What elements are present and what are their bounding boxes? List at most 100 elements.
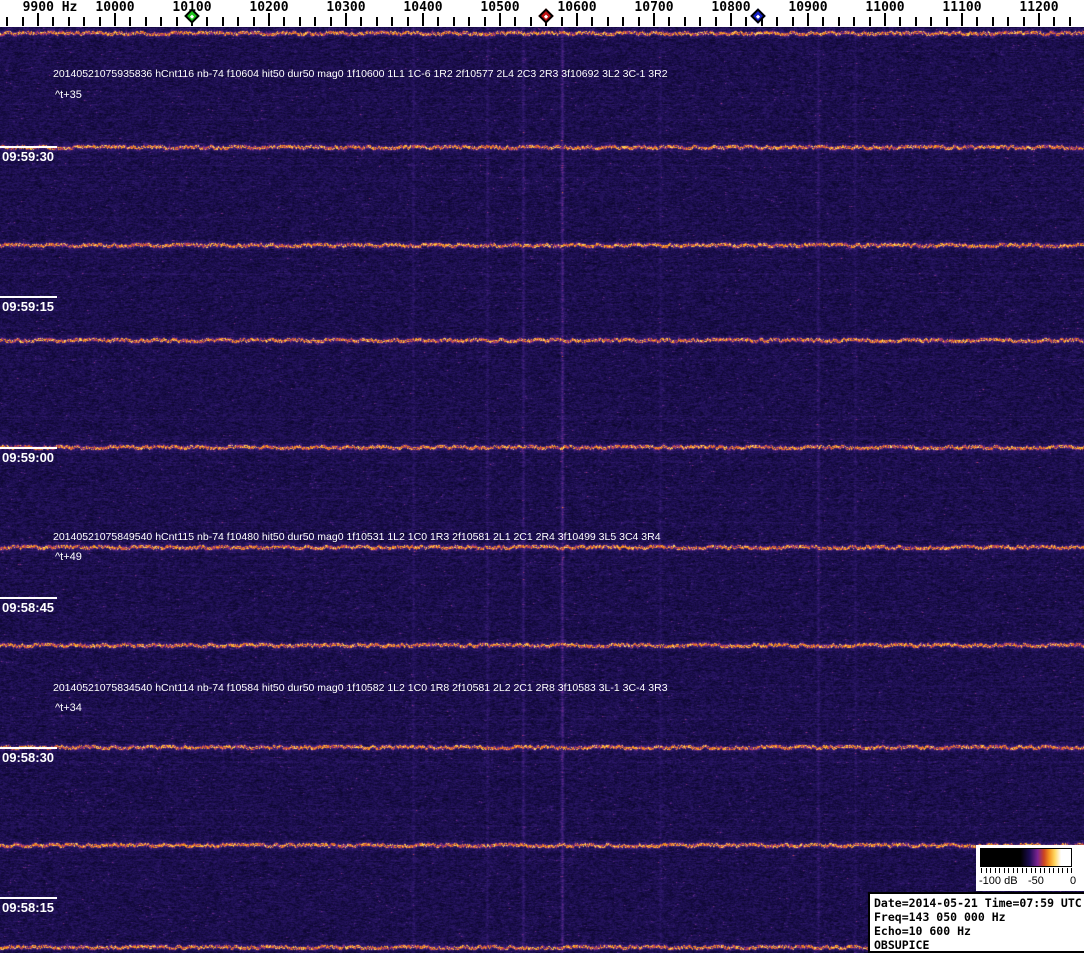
spectrogram-overlay: 09:59:30 09:59:15 09:59:00 09:58:45 09:58:30…	[0, 0, 1084, 953]
freq-marker-blue[interactable]	[750, 8, 766, 24]
freq-tick	[6, 17, 9, 26]
freq-tick	[1068, 17, 1071, 26]
color-scale-tick	[1008, 868, 1009, 873]
freq-axis-label: 10300	[326, 0, 366, 15]
freq-tick	[237, 17, 240, 26]
color-scale-tick	[1066, 868, 1068, 873]
freq-tick	[360, 17, 363, 26]
freq-tick	[98, 17, 101, 26]
freq-tick	[391, 17, 394, 26]
time-axis-label: 09:58:30	[2, 750, 55, 765]
color-scale-label-max: 0	[1070, 875, 1077, 887]
time-axis-label: 09:59:00	[2, 450, 55, 465]
color-scale-tick	[985, 868, 987, 873]
color-scale-tick	[1062, 868, 1063, 873]
freq-tick	[452, 17, 455, 26]
color-scale-gradient	[980, 848, 1072, 867]
freq-tick	[529, 17, 532, 26]
freq-tick	[221, 17, 224, 26]
color-scale-tick	[1044, 868, 1045, 873]
time-axis-label: 09:59:15	[2, 299, 55, 314]
time-axis-tick	[0, 597, 57, 599]
color-scale-tick	[994, 868, 996, 873]
freq-axis-label: 11000	[865, 0, 905, 15]
freq-tick	[1007, 17, 1010, 26]
freq-tick	[714, 17, 717, 26]
freq-marker-red[interactable]	[538, 8, 554, 24]
time-axis-tick	[0, 447, 57, 449]
freq-axis-label: 10900	[788, 0, 828, 15]
color-scale-tick	[981, 868, 982, 873]
freq-tick	[899, 17, 902, 26]
color-scale-label-min: -100 dB	[979, 875, 1018, 887]
frequency-axis: 9900 Hz100001010010200103001040010500106…	[0, 0, 1084, 27]
freq-axis-label: 10500	[480, 0, 520, 15]
freq-tick	[483, 17, 486, 26]
freq-tick	[606, 17, 609, 26]
freq-tick	[822, 17, 825, 26]
freq-axis-label: 10200	[249, 0, 289, 15]
freq-axis-label: 10800	[711, 0, 751, 15]
color-scale-tick	[990, 868, 991, 873]
freq-tick	[83, 17, 86, 26]
freq-axis-label: 11200	[1019, 0, 1059, 15]
color-scale-tick	[1012, 868, 1014, 873]
observation-info-box: Date=2014-05-21 Time=07:59 UTC Freq=143 …	[868, 892, 1084, 953]
freq-tick	[668, 17, 671, 26]
freq-tick	[637, 17, 640, 26]
freq-tick	[206, 17, 209, 26]
time-axis-tick	[0, 146, 57, 148]
color-scale-tick	[999, 868, 1000, 873]
freq-tick	[375, 17, 378, 26]
freq-axis-label: 11100	[942, 0, 982, 15]
freq-tick	[868, 17, 871, 26]
detection-time-offset-marker: ^t+49	[55, 551, 82, 563]
freq-tick	[514, 17, 517, 26]
time-axis-tick	[0, 296, 57, 298]
spectrogram-app: 9900 Hz100001010010200103001040010500106…	[0, 0, 1084, 953]
freq-tick	[437, 17, 440, 26]
freq-tick	[591, 17, 594, 26]
time-axis-label: 09:59:30	[2, 149, 55, 164]
freq-tick	[52, 17, 55, 26]
freq-tick	[976, 17, 979, 26]
time-axis-tick	[0, 897, 57, 899]
freq-tick	[1053, 17, 1056, 26]
detection-annotation: 20140521075935836 hCnt116 nb-74 f10604 h…	[53, 68, 668, 80]
freq-tick	[21, 17, 24, 26]
freq-tick	[945, 17, 948, 26]
freq-tick	[991, 17, 994, 26]
color-scale-tick	[1071, 868, 1072, 873]
info-observatory: OBSUPICE	[874, 938, 930, 952]
freq-tick	[930, 17, 933, 26]
color-scale-tick	[1003, 868, 1005, 873]
freq-axis-label: 10600	[557, 0, 597, 15]
info-date-time: Date=2014-05-21 Time=07:59 UTC	[874, 896, 1082, 910]
time-axis-label: 09:58:15	[2, 900, 55, 915]
freq-axis-label: 10000	[95, 0, 135, 15]
freq-tick	[468, 17, 471, 26]
freq-tick	[129, 17, 132, 26]
freq-tick	[699, 17, 702, 26]
color-scale-label-mid: -50	[1028, 875, 1044, 887]
freq-tick	[683, 17, 686, 26]
color-scale-tick	[1017, 868, 1018, 873]
freq-tick	[67, 17, 70, 26]
freq-tick	[560, 17, 563, 26]
freq-tick	[776, 17, 779, 26]
color-scale-tick	[1030, 868, 1032, 873]
freq-tick	[745, 17, 748, 26]
freq-tick	[252, 17, 255, 26]
freq-tick	[622, 17, 625, 26]
detection-time-offset-marker: ^t+35	[55, 89, 82, 101]
freq-tick	[298, 17, 301, 26]
freq-tick	[329, 17, 332, 26]
color-scale-tick	[1021, 868, 1023, 873]
time-axis-label: 09:58:45	[2, 600, 55, 615]
color-scale-tick	[1026, 868, 1027, 873]
freq-tick	[406, 17, 409, 26]
color-scale-tick	[1035, 868, 1036, 873]
info-frequency: Freq=143 050 000 Hz	[874, 910, 1006, 924]
color-scale-tick	[1039, 868, 1041, 873]
freq-tick	[791, 17, 794, 26]
